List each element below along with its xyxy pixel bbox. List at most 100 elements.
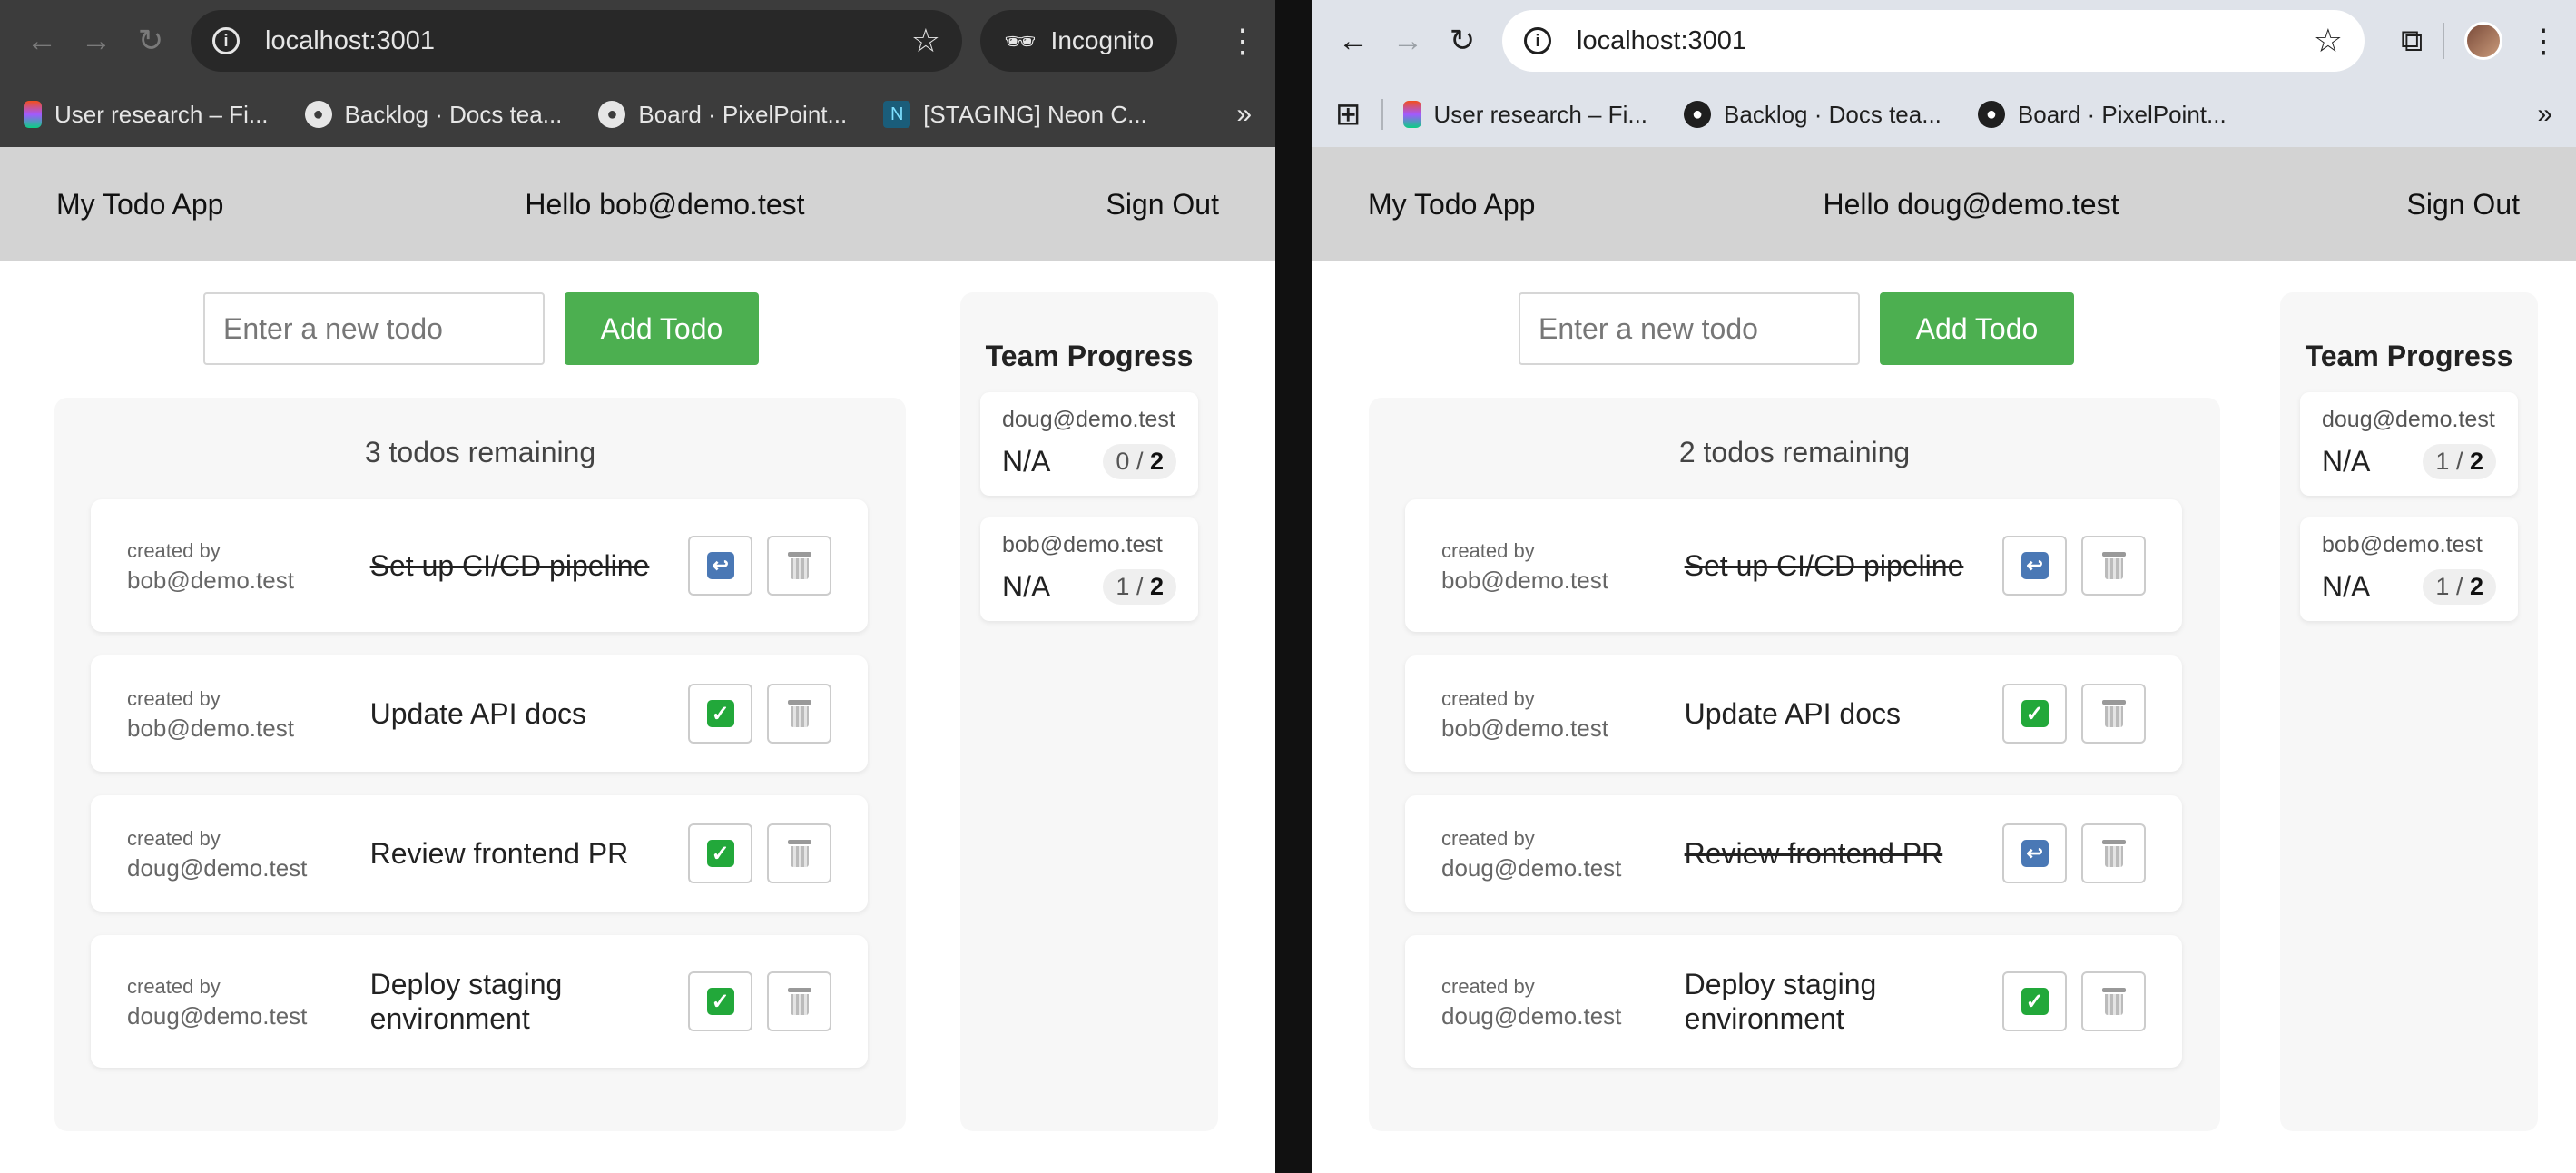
wastebasket-icon — [787, 840, 811, 867]
bookmark-item[interactable]: N [STAGING] Neon C... — [883, 101, 1147, 129]
todo-item: created by bob@demo.test Set up CI/CD pip… — [91, 499, 868, 632]
app-body: Add Todo 3 todos remaining created by bob… — [0, 261, 1275, 1173]
bookmark-star-icon[interactable]: ☆ — [911, 22, 940, 60]
add-todo-button[interactable]: Add Todo — [565, 292, 759, 365]
todo-list: created by bob@demo.test Set up CI/CD pip… — [91, 499, 868, 1091]
reload-icon[interactable]: ↻ — [1435, 14, 1490, 68]
created-by-label: created by — [1441, 975, 1535, 998]
wastebasket-icon — [787, 700, 811, 727]
team-member-card: bob@demo.test N/A 1 / 2 — [980, 518, 1198, 621]
check-mark-icon: ✓ — [706, 840, 734, 867]
completed-count: 0 — [1116, 448, 1130, 475]
complete-toggle-button[interactable]: ✓ — [688, 823, 753, 883]
bookmark-item[interactable]: User research – Fi... — [1402, 101, 1647, 129]
bookmarks-bar: User research – Fi... ● Backlog · Docs te… — [0, 82, 1275, 147]
created-by-label: created by — [127, 827, 221, 850]
address-bar[interactable]: i localhost:3001 ☆ — [191, 10, 962, 72]
new-todo-input[interactable] — [203, 292, 545, 365]
bookmark-item[interactable]: ● Backlog · Docs tea... — [304, 100, 563, 129]
creator-email: bob@demo.test — [127, 715, 294, 742]
wastebasket-icon — [2101, 700, 2126, 727]
incognito-badge[interactable]: 🕶 Incognito — [980, 10, 1178, 72]
browser-window-left: ← → ↻ i localhost:3001 ☆ 🕶 Incognito ⋮ U… — [0, 0, 1275, 1173]
bookmark-item[interactable]: ● Board · PixelPoint... — [598, 101, 847, 129]
todo-creator: created by doug@demo.test — [1441, 971, 1685, 1031]
back-icon[interactable]: ← — [15, 14, 69, 68]
app-title[interactable]: My Todo App — [1368, 188, 1535, 222]
delete-button[interactable] — [2081, 971, 2146, 1031]
team-progress-title: Team Progress — [985, 340, 1194, 372]
todo-text: Deploy staging environment — [369, 968, 563, 1035]
back-icon[interactable]: ← — [1326, 14, 1381, 68]
created-by-label: created by — [127, 539, 221, 562]
add-todo-button[interactable]: Add Todo — [1880, 292, 2074, 365]
complete-toggle-button[interactable]: ✓ — [688, 684, 753, 744]
neon-icon: N — [883, 101, 911, 128]
reload-icon[interactable]: ↻ — [123, 14, 178, 68]
window-gap — [1275, 0, 1312, 1173]
add-todo-form: Add Todo — [1519, 292, 2074, 365]
bookmark-item[interactable]: User research – Fi... — [24, 101, 269, 129]
bookmark-star-icon[interactable]: ☆ — [2314, 22, 2343, 60]
complete-toggle-button[interactable]: ✓ — [688, 971, 753, 1031]
team-member-card: bob@demo.test N/A 1 / 2 — [2300, 518, 2518, 621]
bookmark-label: Backlog · Docs tea... — [344, 100, 563, 128]
delete-button[interactable] — [767, 536, 831, 596]
creator-email: doug@demo.test — [127, 1002, 308, 1030]
member-status: N/A — [2322, 570, 2371, 603]
forward-icon[interactable]: → — [69, 14, 123, 68]
creator-email: bob@demo.test — [127, 567, 294, 594]
sign-out-link[interactable]: Sign Out — [2406, 188, 2520, 222]
member-status: N/A — [2322, 445, 2371, 478]
member-email: doug@demo.test — [2322, 407, 2495, 432]
todo-creator: created by doug@demo.test — [127, 823, 370, 883]
bookmark-label: User research – Fi... — [54, 100, 269, 128]
undo-toggle-button[interactable]: ↩ — [688, 536, 753, 596]
todo-item: created by doug@demo.test Review frontend… — [91, 795, 868, 912]
delete-button[interactable] — [2081, 536, 2146, 596]
complete-toggle-button[interactable]: ✓ — [2002, 971, 2068, 1031]
apps-grid-icon[interactable]: ⊞ — [1335, 96, 1362, 133]
delete-button[interactable] — [2081, 684, 2146, 744]
bookmark-item[interactable]: ● Backlog · Docs tea... — [1684, 101, 1942, 129]
app-body: Add Todo 2 todos remaining created by bob… — [1312, 261, 2576, 1173]
undo-arrow-icon: ↩ — [2020, 840, 2049, 867]
delete-button[interactable] — [2081, 823, 2146, 883]
browser-menu-icon[interactable]: ⋮ — [1224, 22, 1261, 60]
member-row: N/A 1 / 2 — [1002, 569, 1176, 605]
incognito-icon: 🕶 — [1004, 26, 1037, 55]
app-title[interactable]: My Todo App — [56, 188, 223, 222]
browser-menu-icon[interactable]: ⋮ — [2525, 22, 2561, 60]
creator-email: bob@demo.test — [1441, 715, 1608, 742]
complete-toggle-button[interactable]: ✓ — [2002, 684, 2068, 744]
creator-email: doug@demo.test — [127, 854, 308, 882]
wastebasket-icon — [2101, 840, 2126, 867]
undo-toggle-button[interactable]: ↩ — [2002, 536, 2068, 596]
browser-window-right: ← → ↻ i localhost:3001 ☆ ⧉ ⋮ ⊞ User rese… — [1312, 0, 2576, 1173]
team-member-card: doug@demo.test N/A 1 / 2 — [2300, 392, 2518, 496]
new-todo-input[interactable] — [1519, 292, 1860, 365]
address-bar[interactable]: i localhost:3001 ☆ — [1502, 10, 2365, 72]
delete-button[interactable] — [767, 684, 831, 744]
completed-count: 1 — [2435, 448, 2450, 475]
delete-button[interactable] — [767, 971, 831, 1031]
todos-remaining: 2 todos remaining — [1678, 436, 1911, 468]
site-info-icon[interactable]: i — [212, 27, 240, 54]
profile-avatar[interactable] — [2464, 22, 2503, 60]
member-email: bob@demo.test — [2322, 532, 2483, 557]
todo-creator: created by bob@demo.test — [1441, 536, 1685, 596]
bookmark-item[interactable]: ● Board · PixelPoint... — [1977, 101, 2227, 129]
undo-toggle-button[interactable]: ↩ — [2002, 823, 2068, 883]
sign-out-link[interactable]: Sign Out — [1106, 188, 1219, 222]
member-row: N/A 0 / 2 — [1002, 444, 1176, 479]
site-info-icon[interactable]: i — [1524, 27, 1551, 54]
todo-item: created by bob@demo.test Set up CI/CD pip… — [1405, 499, 2182, 632]
bookmark-label: [STAGING] Neon C... — [923, 100, 1147, 128]
extensions-puzzle-icon[interactable]: ⧉ — [2401, 24, 2423, 59]
todos-remaining: 3 todos remaining — [364, 436, 596, 468]
forward-icon[interactable]: → — [1381, 14, 1435, 68]
more-bookmarks-icon[interactable]: » — [2537, 99, 2552, 130]
more-bookmarks-icon[interactable]: » — [1236, 99, 1252, 130]
todo-text: Review frontend PR — [1684, 837, 1943, 870]
delete-button[interactable] — [767, 823, 831, 883]
